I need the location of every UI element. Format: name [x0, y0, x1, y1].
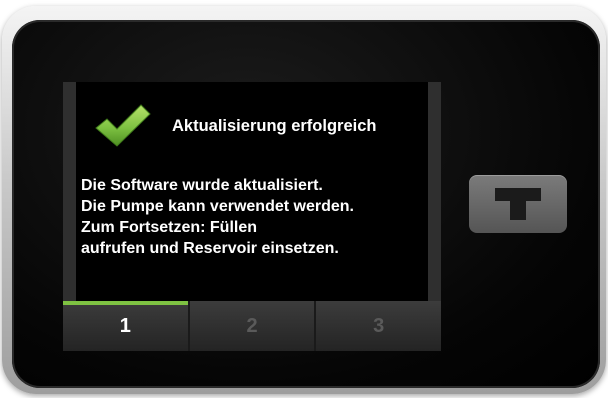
dialog-title: Aktualisierung erfolgreich [172, 117, 377, 135]
message-line: aufrufen und Reservoir einsetzen. [81, 240, 339, 257]
message-line: Zum Fortsetzen: Füllen [81, 219, 257, 236]
dialog-header: Aktualisierung erfolgreich [76, 104, 428, 148]
message-line: Die Pumpe kann verwendet werden. [81, 198, 354, 215]
step-tab-label: 1 [119, 314, 131, 337]
step-tab-1[interactable]: 1 [63, 301, 188, 351]
step-tab-label: 2 [246, 314, 258, 337]
dialog-panel: Aktualisierung erfolgreich Die Software … [76, 82, 428, 301]
tab-indicator [316, 301, 441, 305]
step-tab-2[interactable]: 2 [189, 301, 315, 351]
step-tab-bar: 1 2 3 [63, 301, 441, 351]
active-tab-indicator [63, 301, 188, 305]
touchscreen: Aktualisierung erfolgreich Die Software … [63, 82, 441, 351]
checkmark-icon [95, 104, 151, 147]
tab-indicator [190, 301, 315, 305]
dialog-message: Die Software wurde aktualisiert. Die Pum… [81, 175, 426, 259]
screen-on-button[interactable] [469, 175, 567, 233]
step-tab-3[interactable]: 3 [316, 301, 441, 351]
message-line: Die Software wurde aktualisiert. [81, 177, 323, 194]
step-tab-label: 3 [373, 314, 385, 337]
t-logo-icon [495, 188, 541, 220]
